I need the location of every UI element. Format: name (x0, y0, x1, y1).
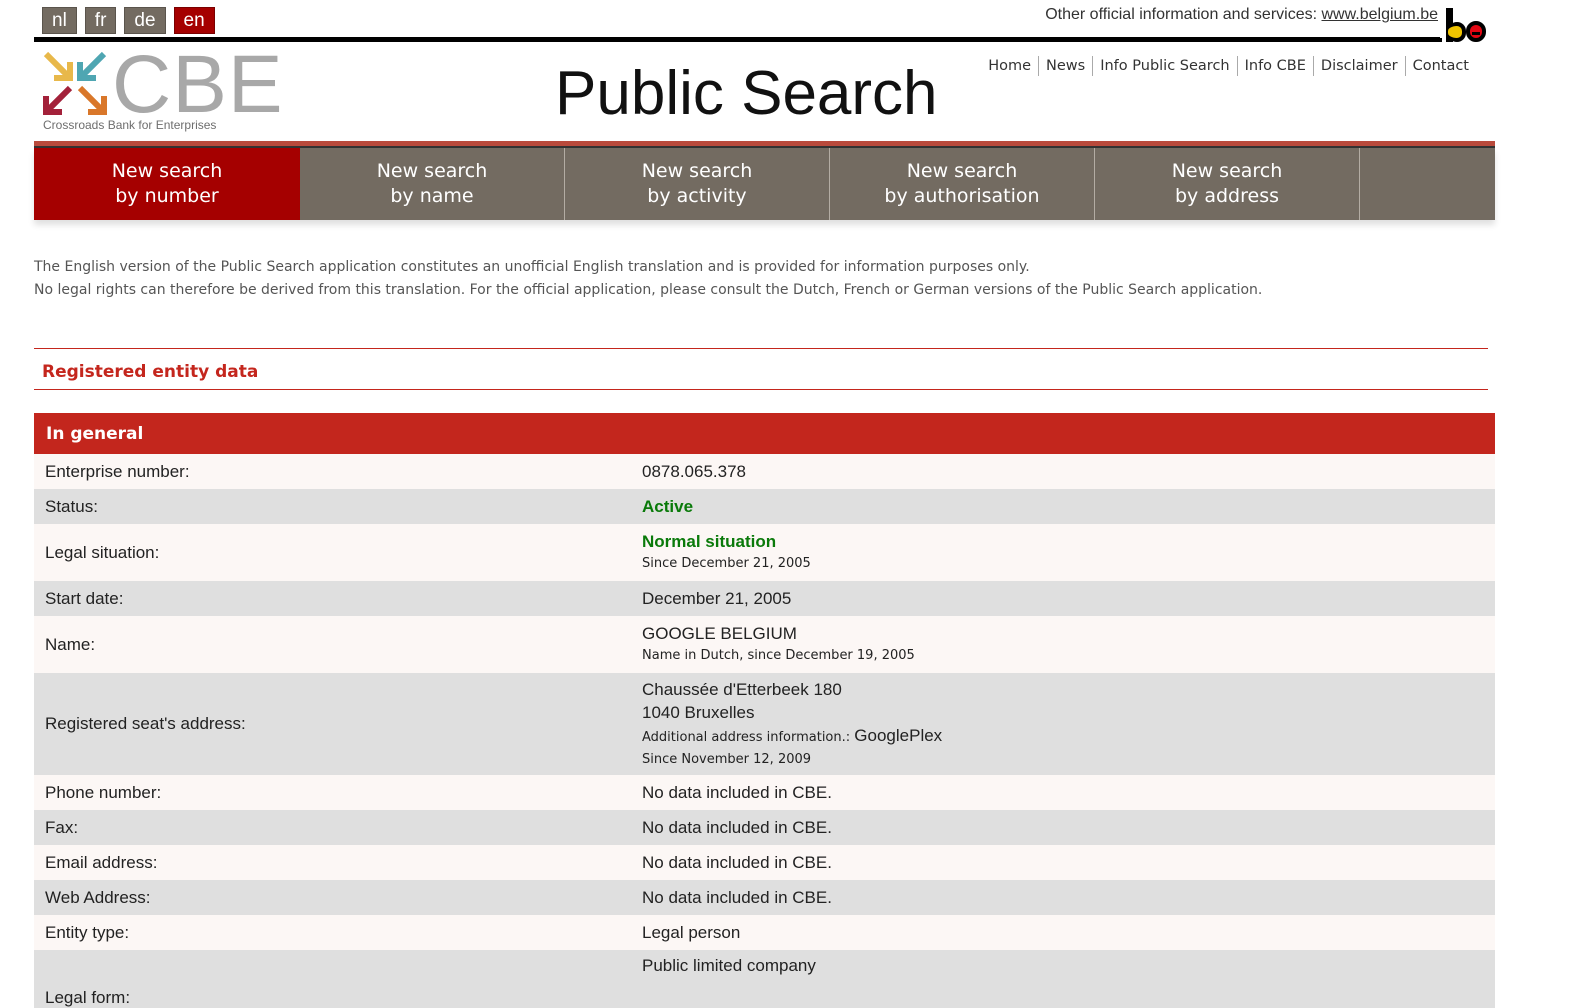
table-row: Start date: December 21, 2005 (34, 581, 1495, 616)
additional-address-value: GooglePlex (854, 725, 943, 745)
table-row: Entity type: Legal person (34, 915, 1495, 950)
address-street: Chaussée d'Etterbeek 180 (642, 679, 842, 699)
phone-label: Phone number: (34, 775, 631, 810)
tab-bar-filler (1360, 148, 1495, 220)
legal-form-label: Legal form: (34, 950, 631, 1008)
table-row: Status: Active (34, 489, 1495, 524)
legal-situation-since: Since December 21, 2005 (642, 556, 811, 571)
legal-form-value: Public limited company (631, 950, 1495, 1008)
enterprise-number-label: Enterprise number: (34, 454, 631, 489)
table-group-header: In general (34, 413, 1495, 454)
nav-disclaimer-link[interactable]: Disclaimer (1312, 56, 1405, 76)
table-row: Phone number: No data included in CBE. (34, 775, 1495, 810)
tab-label-line2: by activity (647, 185, 747, 207)
other-info-text: Other official information and services: (1045, 6, 1322, 23)
table-row: Enterprise number: 0878.065.378 (34, 454, 1495, 489)
section-divider-bottom (34, 389, 1488, 390)
address-label: Registered seat's address: (34, 673, 631, 775)
disclaimer-line-2: No legal rights can therefore be derived… (34, 282, 1263, 298)
table-row: Fax: No data included in CBE. (34, 810, 1495, 845)
tab-label-line2: by authorisation (884, 185, 1040, 207)
language-fr-button[interactable]: fr (84, 7, 117, 34)
language-selector: nl fr de en (42, 7, 215, 34)
tab-label-line2: by address (1175, 185, 1279, 207)
status-label: Status: (34, 489, 631, 524)
start-date-value: December 21, 2005 (631, 581, 1495, 616)
entity-data-table: In general Enterprise number: 0878.065.3… (34, 413, 1495, 1008)
language-nl-button[interactable]: nl (42, 7, 77, 34)
fax-value: No data included in CBE. (631, 810, 1495, 845)
email-label: Email address: (34, 845, 631, 880)
belgium-be-link[interactable]: www.belgium.be (1322, 6, 1439, 23)
disclaimer-line-1: The English version of the Public Search… (34, 259, 1030, 275)
table-row: Legal situation: Normal situation Since … (34, 524, 1495, 581)
page-title: Public Search (555, 59, 938, 128)
nav-home-link[interactable]: Home (981, 56, 1038, 76)
phone-value: No data included in CBE. (631, 775, 1495, 810)
table-row: Email address: No data included in CBE. (34, 845, 1495, 880)
legal-situation-label: Legal situation: (34, 524, 631, 581)
translation-disclaimer: The English version of the Public Search… (34, 256, 1262, 302)
table-row: Legal form: Public limited company (34, 950, 1495, 1008)
section-divider-top (34, 348, 1488, 349)
name-value: GOOGLE BELGIUM (642, 624, 797, 643)
search-tabs: New search by number New search by name … (34, 148, 1495, 220)
table-row: Web Address: No data included in CBE. (34, 880, 1495, 915)
tab-search-by-name[interactable]: New search by name (300, 148, 565, 220)
tab-label-line2: by name (390, 185, 474, 207)
other-info: Other official information and services:… (1045, 6, 1438, 24)
name-note: Name in Dutch, since December 19, 2005 (642, 648, 915, 663)
start-date-label: Start date: (34, 581, 631, 616)
status-badge: Active (642, 496, 694, 516)
top-nav: Home News Info Public Search Info CBE Di… (981, 56, 1476, 76)
tab-label-line1: New search (111, 160, 223, 182)
nav-info-cbe-link[interactable]: Info CBE (1236, 56, 1313, 76)
tab-search-by-authorisation[interactable]: New search by authorisation (830, 148, 1095, 220)
tab-label-line1: New search (641, 160, 753, 182)
tab-label-line1: New search (1171, 160, 1283, 182)
cbe-arrows-icon (43, 51, 107, 115)
cbe-tagline: Crossroads Bank for Enterprises (43, 118, 217, 132)
table-row: Registered seat's address: Chaussée d'Et… (34, 673, 1495, 775)
tab-label-line1: New search (906, 160, 1018, 182)
address-since: Since November 12, 2009 (642, 751, 812, 767)
additional-address-label: Additional address information.: (642, 729, 855, 745)
language-de-button[interactable]: de (124, 7, 166, 34)
nav-news-link[interactable]: News (1038, 56, 1092, 76)
legal-situation-value: Normal situation (642, 532, 777, 551)
tab-search-by-number[interactable]: New search by number (34, 148, 300, 220)
group-heading-in-general: In general (34, 413, 1495, 454)
entity-type-value: Legal person (631, 915, 1495, 950)
language-en-button[interactable]: en (173, 7, 215, 34)
web-address-value: No data included in CBE. (631, 880, 1495, 915)
fax-label: Fax: (34, 810, 631, 845)
be-logo-icon (1438, 8, 1490, 44)
web-address-label: Web Address: (34, 880, 631, 915)
enterprise-number-value: 0878.065.378 (631, 454, 1495, 489)
section-title: Registered entity data (42, 362, 259, 382)
tab-label-line2: by number (115, 185, 219, 207)
tab-search-by-activity[interactable]: New search by activity (565, 148, 830, 220)
name-label: Name: (34, 616, 631, 673)
email-value: No data included in CBE. (631, 845, 1495, 880)
tab-label-line1: New search (376, 160, 488, 182)
cbe-logo[interactable]: CBE Crossroads Bank for Enterprises (42, 39, 283, 135)
nav-contact-link[interactable]: Contact (1404, 56, 1476, 76)
entity-type-label: Entity type: (34, 915, 631, 950)
table-row: Name: GOOGLE BELGIUM Name in Dutch, sinc… (34, 616, 1495, 673)
tab-search-by-address[interactable]: New search by address (1095, 148, 1360, 220)
nav-info-public-search-link[interactable]: Info Public Search (1092, 56, 1236, 76)
address-city: 1040 Bruxelles (642, 702, 755, 722)
